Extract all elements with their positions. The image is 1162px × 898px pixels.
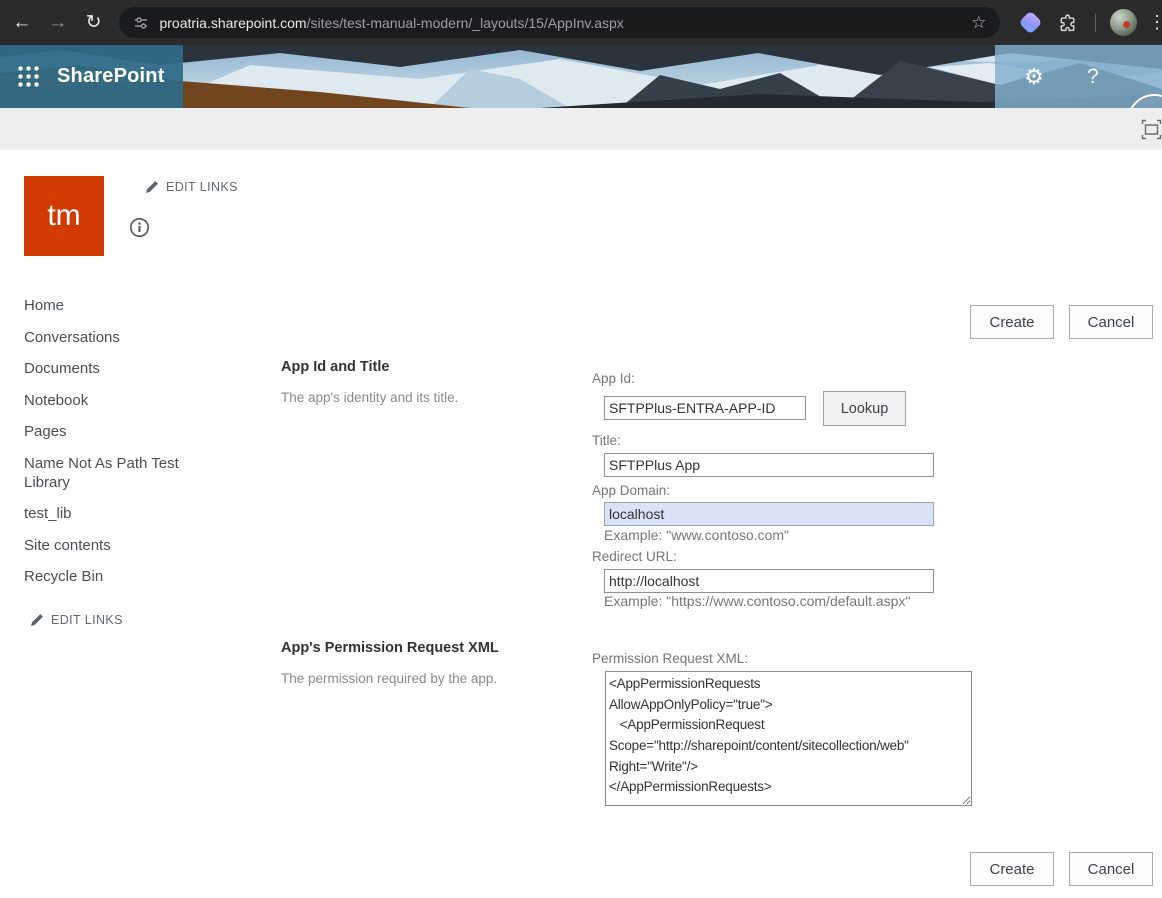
- url-path: /sites/test-manual-modern/_layouts/15/Ap…: [307, 15, 624, 31]
- app-id-label: App Id:: [592, 371, 635, 386]
- permission-xml-textarea[interactable]: <AppPermissionRequests AllowAppOnlyPolic…: [605, 671, 972, 806]
- site-logo-text: tm: [47, 199, 80, 233]
- edit-links-label: EDIT LINKS: [166, 180, 238, 194]
- url-text: proatria.sharepoint.com/sites/test-manua…: [159, 15, 623, 31]
- nav-item-documents[interactable]: Documents: [24, 359, 196, 378]
- edit-links-label: EDIT LINKS: [51, 613, 123, 627]
- url-bar[interactable]: proatria.sharepoint.com/sites/test-manua…: [119, 7, 1000, 38]
- app-domain-label: App Domain:: [592, 483, 670, 498]
- nav-item-home[interactable]: Home: [24, 296, 196, 315]
- nav-item-test-lib[interactable]: test_lib: [24, 504, 196, 523]
- sharepoint-header: SharePoint ⚙ ? AR: [0, 45, 1162, 108]
- nav-item-notebook[interactable]: Notebook: [24, 391, 196, 410]
- brand-title: SharePoint: [57, 65, 165, 88]
- app-id-input[interactable]: [604, 396, 806, 420]
- browser-menu-icon[interactable]: ⋮: [1148, 12, 1162, 33]
- extensions-icon[interactable]: [1058, 13, 1078, 33]
- redirect-url-input[interactable]: [604, 569, 934, 593]
- nav-item-site-contents[interactable]: Site contents: [24, 536, 196, 555]
- help-icon[interactable]: ?: [1080, 65, 1106, 89]
- pinned-extension-icon[interactable]: [1019, 11, 1043, 35]
- section-title-app-id: App Id and Title: [281, 359, 389, 375]
- section-desc-permission-xml: The permission required by the app.: [281, 671, 497, 686]
- toolbar-divider: [1095, 14, 1096, 32]
- browser-toolbar: ← → ↻ proatria.sharepoint.com/sites/test…: [0, 0, 1162, 45]
- command-bar: [0, 108, 1162, 150]
- pencil-icon: [145, 180, 159, 194]
- title-label: Title:: [592, 433, 621, 448]
- nav-item-recycle-bin[interactable]: Recycle Bin: [24, 567, 196, 586]
- header-right-overlay: ⚙ ?: [995, 45, 1162, 108]
- section-desc-app-id: The app's identity and its title.: [281, 390, 458, 405]
- app-domain-example: Example: "www.contoso.com": [604, 527, 789, 543]
- nav-item-conversations[interactable]: Conversations: [24, 328, 196, 347]
- bookmark-icon[interactable]: ☆: [971, 13, 986, 33]
- title-input[interactable]: [604, 453, 934, 477]
- url-domain: proatria.sharepoint.com: [159, 15, 306, 31]
- form-actions-top: Create Cancel: [970, 305, 1153, 339]
- edit-links-top[interactable]: EDIT LINKS: [145, 180, 238, 194]
- reload-icon[interactable]: ↻: [80, 9, 108, 37]
- forward-icon[interactable]: →: [44, 9, 72, 37]
- browser-profile-avatar[interactable]: [1110, 9, 1137, 36]
- form-actions-bottom: Create Cancel: [970, 852, 1153, 886]
- site-settings-icon[interactable]: [133, 15, 149, 31]
- create-button-bottom[interactable]: Create: [970, 852, 1054, 886]
- redirect-url-example: Example: "https://www.contoso.com/defaul…: [604, 593, 910, 609]
- lookup-button[interactable]: Lookup: [823, 391, 906, 426]
- cancel-button-top[interactable]: Cancel: [1069, 305, 1153, 339]
- permission-xml-label: Permission Request XML:: [592, 651, 748, 666]
- info-icon[interactable]: [129, 217, 150, 238]
- site-logo[interactable]: tm: [24, 176, 104, 256]
- focus-mode-icon[interactable]: [1141, 119, 1162, 140]
- app-domain-input[interactable]: [604, 502, 934, 526]
- settings-icon[interactable]: ⚙: [1021, 64, 1047, 90]
- section-title-permission-xml: App's Permission Request XML: [281, 640, 499, 656]
- redirect-url-label: Redirect URL:: [592, 549, 677, 564]
- brand-overlay: SharePoint: [0, 45, 183, 108]
- pencil-icon: [30, 613, 44, 627]
- nav-item-name-not-as-path-test-library[interactable]: Name Not As Path Test Library: [24, 454, 196, 492]
- back-icon[interactable]: ←: [8, 9, 36, 37]
- cancel-button-bottom[interactable]: Cancel: [1069, 852, 1153, 886]
- edit-links-bottom[interactable]: EDIT LINKS: [24, 613, 196, 627]
- screen: ← → ↻ proatria.sharepoint.com/sites/test…: [0, 0, 1162, 898]
- left-navigation: Home Conversations Documents Notebook Pa…: [24, 296, 196, 627]
- create-button-top[interactable]: Create: [970, 305, 1054, 339]
- app-launcher-icon[interactable]: [17, 65, 40, 88]
- nav-item-pages[interactable]: Pages: [24, 422, 196, 441]
